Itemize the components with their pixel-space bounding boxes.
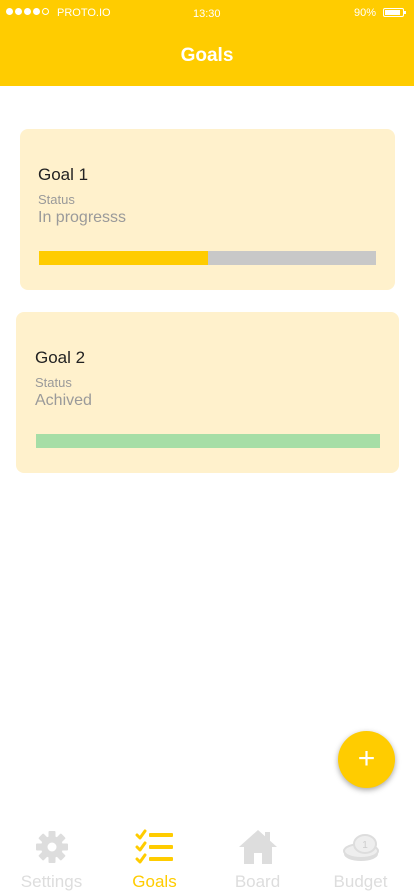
battery-icon bbox=[383, 8, 406, 17]
goal-card[interactable]: Goal 2 Status Achived bbox=[16, 312, 399, 473]
goal-status-label: Status bbox=[38, 192, 75, 207]
coins-icon: 1 bbox=[342, 834, 379, 861]
goal-title: Goal 1 bbox=[38, 165, 89, 184]
checklist-icon bbox=[135, 829, 173, 864]
status-bar: PROTO.IO 13:30 90% bbox=[0, 0, 414, 26]
tab-settings[interactable]: Settings bbox=[0, 820, 103, 896]
tab-label: Settings bbox=[20, 872, 83, 891]
goal-card[interactable]: Goal 1 Status In progresss bbox=[20, 129, 395, 290]
battery-percentage: 90% bbox=[354, 7, 377, 19]
tab-budget[interactable]: 1 Budget bbox=[309, 820, 412, 896]
nav-bar: Goals bbox=[0, 26, 414, 86]
add-goal-button[interactable]: + bbox=[338, 731, 395, 788]
house-icon bbox=[238, 830, 277, 864]
goal-progress-fill bbox=[36, 434, 380, 448]
goal-progress-bar bbox=[36, 434, 380, 448]
tab-label: Board bbox=[234, 872, 281, 891]
page-title: Goals bbox=[180, 45, 234, 66]
status-time: 13:30 bbox=[193, 8, 221, 20]
gear-icon bbox=[35, 831, 68, 863]
tab-goals[interactable]: Goals bbox=[103, 820, 206, 896]
goal-status-value: Achived bbox=[35, 392, 92, 409]
tab-board[interactable]: Board bbox=[206, 820, 309, 896]
tab-label: Budget bbox=[333, 872, 388, 891]
carrier-name: PROTO.IO bbox=[57, 7, 111, 19]
svg-text:1: 1 bbox=[362, 840, 368, 851]
goal-status-value: In progresss bbox=[38, 209, 127, 226]
tab-bar: Settings Goals Board 1 Budget bbox=[0, 820, 414, 896]
goal-progress-fill bbox=[39, 251, 208, 265]
goal-title: Goal 2 bbox=[35, 348, 86, 367]
goal-progress-bar bbox=[39, 251, 376, 265]
signal-strength-icon bbox=[6, 8, 49, 15]
goal-status-label: Status bbox=[35, 375, 72, 390]
tab-label: Goals bbox=[132, 872, 177, 891]
